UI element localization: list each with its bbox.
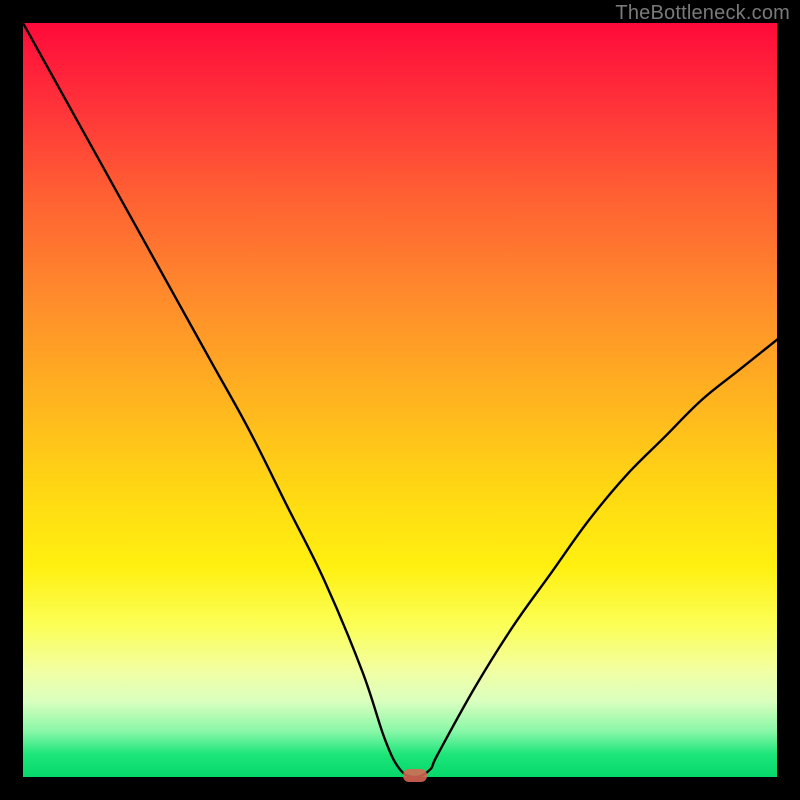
bottleneck-curve — [23, 23, 777, 777]
watermark-text: TheBottleneck.com — [615, 2, 790, 25]
chart-frame: TheBottleneck.com — [0, 0, 800, 800]
plot-area — [23, 23, 777, 777]
optimal-point-marker — [403, 769, 427, 782]
